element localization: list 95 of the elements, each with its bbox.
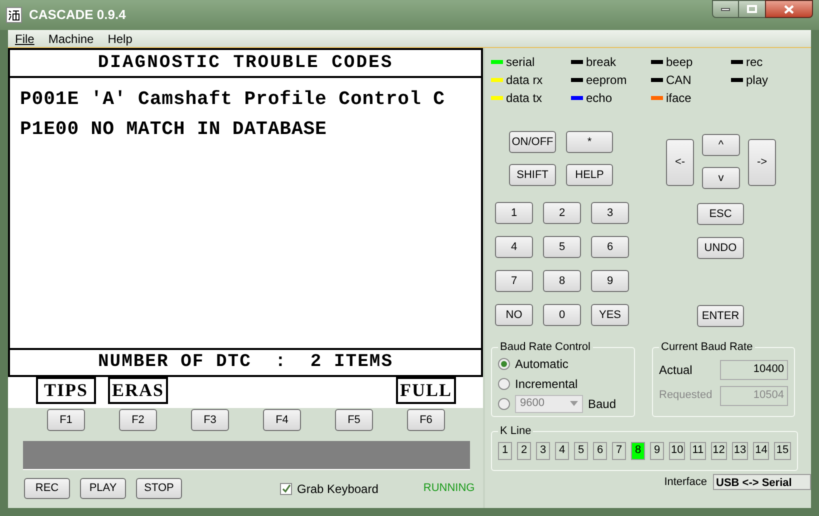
led-label: serial: [506, 54, 535, 71]
key-button[interactable]: ON/OFF: [509, 131, 556, 153]
led-label: CAN: [666, 72, 692, 89]
radio-button[interactable]: [498, 358, 510, 370]
led-label: iface: [666, 90, 692, 107]
checkbox-label: Grab Keyboard: [297, 480, 378, 498]
requested-baud-field: 10504: [720, 386, 788, 406]
k-line-channel[interactable]: 14: [753, 442, 770, 460]
softkey-label: FULL: [396, 377, 456, 404]
key-button[interactable]: 7: [495, 270, 533, 292]
led-label: echo: [586, 90, 612, 107]
key-button[interactable]: <-: [666, 139, 694, 186]
group-title: Baud Rate Control: [499, 340, 592, 355]
display-footer: NUMBER OF DTC : 2 ITEMS: [8, 348, 483, 377]
transport-button[interactable]: PLAY: [80, 478, 126, 499]
key-button[interactable]: v: [702, 167, 740, 189]
key-button[interactable]: UNDO: [697, 237, 744, 259]
softkey-label: TIPS: [36, 377, 96, 404]
key-button[interactable]: 5: [543, 236, 581, 258]
trouble-code-line: P1E00 NO MATCH IN DATABASE: [20, 118, 328, 140]
key-button[interactable]: 2: [543, 202, 581, 224]
function-key-button[interactable]: F5: [335, 409, 373, 431]
status-text: RUNNING: [423, 481, 475, 496]
key-button[interactable]: ENTER: [697, 305, 744, 327]
menu-item[interactable]: Help: [100, 30, 140, 48]
led-label: beep: [666, 54, 693, 71]
key-button[interactable]: 6: [591, 236, 629, 258]
function-key-button[interactable]: F4: [263, 409, 301, 431]
k-line-channel[interactable]: 10: [669, 442, 686, 460]
checkbox[interactable]: [280, 482, 292, 494]
k-line-channel[interactable]: 13: [732, 442, 748, 460]
k-line-channel[interactable]: 15: [774, 442, 791, 460]
transport-button[interactable]: REC: [24, 478, 70, 499]
group-title: Current Baud Rate: [660, 340, 754, 355]
function-key-button[interactable]: F6: [407, 409, 445, 431]
key-button[interactable]: 0: [543, 304, 581, 326]
key-button[interactable]: 8: [543, 270, 581, 292]
function-key-button[interactable]: F1: [47, 409, 85, 431]
radio-button[interactable]: [498, 398, 510, 410]
k-line-channel[interactable]: 12: [710, 442, 727, 460]
k-line-channel[interactable]: 8: [631, 442, 645, 460]
led-label: data tx: [506, 90, 542, 107]
led-label: play: [746, 72, 768, 89]
app-icon: [6, 7, 22, 23]
field-label: Actual: [659, 362, 692, 378]
led-label: eeprom: [586, 72, 627, 89]
field-label: Requested: [659, 388, 712, 404]
radio-label: Incremental: [515, 376, 578, 392]
baud-dropdown[interactable]: 9600: [515, 394, 583, 412]
unit-label: Baud: [588, 396, 616, 412]
group-title: K Line: [499, 424, 532, 439]
key-button[interactable]: ESC: [697, 203, 744, 225]
function-key-button[interactable]: F3: [191, 409, 229, 431]
minimize-button[interactable]: [712, 0, 739, 18]
k-line-channel[interactable]: 6: [593, 442, 607, 460]
k-line-channel[interactable]: 2: [517, 442, 531, 460]
function-key-button[interactable]: F2: [119, 409, 157, 431]
k-line-channel[interactable]: 5: [574, 442, 588, 460]
display-header: DIAGNOSTIC TROUBLE CODES: [8, 48, 483, 78]
k-line-channel[interactable]: 4: [555, 442, 569, 460]
key-button[interactable]: 1: [495, 202, 533, 224]
k-line-channel[interactable]: 3: [536, 442, 550, 460]
key-button[interactable]: SHIFT: [509, 164, 556, 186]
interface-label: Interface: [664, 475, 707, 490]
dropdown-caret-icon: [570, 401, 578, 406]
key-button[interactable]: ->: [748, 139, 776, 186]
interface-field: USB <-> Serial: [713, 474, 811, 490]
maximize-button[interactable]: [739, 0, 765, 18]
menu-item[interactable]: Machine: [41, 30, 101, 48]
menu-item[interactable]: File: [8, 30, 42, 48]
close-button[interactable]: [765, 0, 813, 18]
window-title: CASCADE 0.9.4: [29, 6, 126, 24]
transport-button[interactable]: STOP: [136, 478, 182, 499]
key-button[interactable]: 3: [591, 202, 629, 224]
k-line-channel[interactable]: 7: [612, 442, 626, 460]
key-button[interactable]: YES: [591, 304, 629, 326]
led-label: rec: [746, 54, 763, 71]
radio-button[interactable]: [498, 378, 510, 390]
key-button[interactable]: NO: [495, 304, 533, 326]
k-line-channel[interactable]: 11: [690, 442, 706, 460]
key-button[interactable]: ^: [702, 134, 740, 156]
key-button[interactable]: 9: [591, 270, 629, 292]
trouble-code-line: P001E 'A' Camshaft Profile Control C: [20, 88, 446, 110]
k-line-channel[interactable]: 1: [498, 442, 512, 460]
actual-baud-field: 10400: [720, 360, 788, 380]
key-button[interactable]: *: [566, 131, 613, 153]
softkey-label: ERAS: [108, 377, 168, 404]
key-button[interactable]: 4: [495, 236, 533, 258]
key-button[interactable]: HELP: [566, 164, 613, 186]
radio-label: Automatic: [515, 356, 568, 372]
led-label: data rx: [506, 72, 543, 89]
check-icon: [282, 484, 290, 493]
k-line-channel[interactable]: 9: [650, 442, 664, 460]
close-icon: [784, 4, 794, 14]
led-label: break: [586, 54, 616, 71]
